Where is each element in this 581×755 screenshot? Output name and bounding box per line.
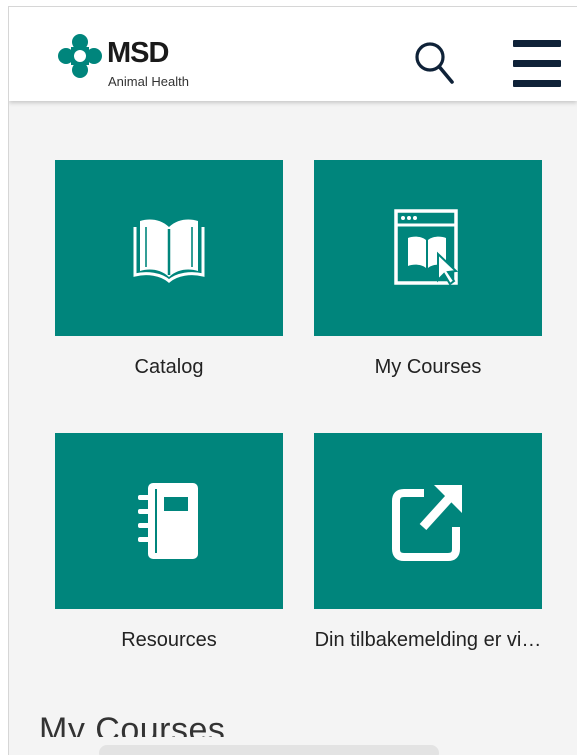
brand-name: MSD: [107, 37, 169, 69]
hamburger-menu-button[interactable]: [513, 38, 563, 90]
notebook-icon: [138, 483, 198, 559]
msd-logo-mark-icon: [58, 34, 102, 78]
open-book-icon: [133, 219, 205, 283]
tile-my-courses-box: [314, 160, 542, 336]
tile-feedback-box: [314, 433, 542, 609]
app-frame: MSD Animal Health Catalog My Courses Res…: [8, 6, 577, 755]
hamburger-menu-icon: [513, 40, 561, 47]
external-link-icon: [392, 485, 462, 561]
tile-resources-box: [55, 433, 283, 609]
tile-resources-label: Resources: [121, 629, 217, 651]
tile-feedback-label: Din tilbakemelding er vi…: [314, 629, 542, 651]
tile-catalog-box: [55, 160, 283, 336]
tile-my-courses[interactable]: My Courses: [314, 160, 542, 379]
tile-catalog[interactable]: Catalog: [55, 160, 283, 379]
brand-subtitle: Animal Health: [108, 74, 189, 89]
tile-my-courses-label: My Courses: [374, 356, 482, 378]
tile-feedback[interactable]: Din tilbakemelding er vi…: [314, 433, 542, 652]
msd-logo[interactable]: MSD Animal Health: [57, 33, 207, 93]
tile-resources[interactable]: Resources: [55, 433, 283, 652]
course-window-icon: [394, 209, 459, 286]
search-icon: [415, 42, 454, 84]
hamburger-menu-icon: [513, 60, 561, 67]
top-header: MSD Animal Health: [9, 7, 577, 101]
tile-catalog-label: Catalog: [134, 356, 204, 378]
hamburger-menu-icon: [513, 80, 561, 87]
search-button[interactable]: [413, 40, 455, 86]
